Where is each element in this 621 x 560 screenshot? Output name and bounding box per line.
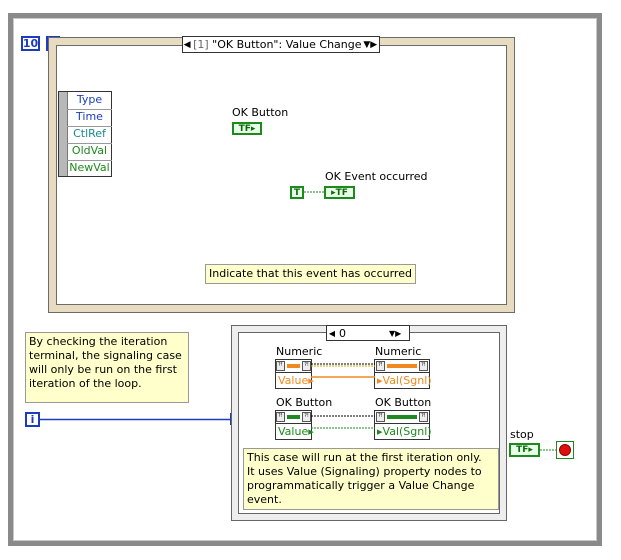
button-prop-in-text: Value — [278, 425, 309, 438]
button-property-node-read[interactable]: ?!?! Value▸ — [275, 410, 314, 440]
ok-button-terminal-text: TF — [238, 123, 251, 134]
case-comment-line-1: This case will run at the first iteratio… — [247, 451, 482, 464]
iteration-comment: By checking the iteration terminal, the … — [25, 332, 189, 403]
numeric-label-out: Numeric — [375, 345, 422, 358]
numeric-property-node-write[interactable]: ?!?! ▸Val(Sgnl) — [374, 359, 432, 389]
event-data-type[interactable]: Type — [67, 92, 112, 110]
ok-event-occurred-indicator[interactable]: ▸ TF — [324, 186, 355, 199]
stop-terminal-text: TF — [516, 445, 529, 455]
ok-button-label-out: OK Button — [375, 396, 432, 409]
button-property-node-write[interactable]: ?!?! ▸Val(Sgnl) — [374, 410, 432, 440]
boolean-type-icon — [286, 415, 301, 419]
case-dropdown-icon[interactable]: ▼▶ — [389, 329, 409, 338]
selector-dropdown-icon[interactable]: ▼▶ — [362, 40, 379, 50]
ok-event-occurred-terminal-text: TF — [335, 187, 348, 198]
boolean-type-icon — [387, 415, 417, 419]
stop-label: stop — [510, 428, 534, 441]
ok-event-occurred-label: OK Event occurred — [325, 170, 428, 183]
numeric-wires[interactable] — [311, 361, 375, 381]
refnum-icon: ?! — [376, 412, 385, 422]
event-case-selector[interactable]: ◀ [1] "OK Button": Value Change ▼▶ — [182, 36, 380, 53]
numeric-property-node-read[interactable]: ?!?! Value▸ — [275, 359, 314, 389]
selector-decrement-icon[interactable]: ◀ — [183, 40, 191, 50]
refnum-icon: ?! — [276, 412, 285, 422]
case-selector-value: 0 — [339, 326, 346, 340]
error-icon: ?! — [419, 361, 428, 371]
numeric-type-icon — [286, 364, 301, 368]
case-selector[interactable]: ◀ 0 ▼▶ — [326, 325, 410, 341]
ok-button-label: OK Button — [232, 106, 289, 119]
event-case-label: "OK Button": Value Change — [212, 38, 362, 51]
numeric-prop-in-text: Value — [278, 374, 309, 387]
stop-sign-icon — [559, 444, 571, 456]
refnum-icon: ?! — [376, 361, 385, 371]
boolean-wire-event[interactable] — [304, 187, 326, 197]
ok-button-label-in: OK Button — [276, 396, 333, 409]
event-data-ctlref[interactable]: CtlRef — [67, 126, 112, 144]
case-decrement-icon[interactable]: ◀ — [327, 329, 337, 338]
button-prop-out-text: Val(Sgnl) — [382, 425, 432, 438]
stop-button-terminal[interactable]: TF ▸ — [509, 443, 540, 457]
case-comment: This case will run at the first iteratio… — [243, 448, 499, 510]
true-constant[interactable]: T — [290, 186, 304, 199]
refnum-icon: ?! — [276, 361, 285, 371]
event-data-node[interactable]: Type Time CtlRef OldVal NewVal — [58, 91, 112, 177]
loop-condition-terminal[interactable] — [556, 441, 574, 459]
event-data-oldval[interactable]: OldVal — [67, 143, 112, 161]
numeric-prop-out-text: Val(Sgnl) — [382, 374, 432, 387]
error-icon: ?! — [419, 412, 428, 422]
ok-button-terminal[interactable]: TF ▸ — [232, 122, 262, 135]
button-wires[interactable] — [311, 412, 375, 432]
event-comment: Indicate that this event has occurred — [205, 264, 416, 284]
iteration-terminal[interactable]: i — [25, 412, 40, 427]
case-comment-line-3: programmatically trigger a Value Change … — [247, 479, 475, 506]
event-case-index: [1] — [193, 38, 209, 51]
event-data-time[interactable]: Time — [67, 109, 112, 127]
error-icon: ?! — [302, 412, 311, 422]
numeric-type-icon — [387, 364, 417, 368]
event-data-newval[interactable]: NewVal — [67, 160, 112, 177]
loop-count-terminal[interactable]: 10 — [21, 36, 40, 51]
integer-wire-iteration[interactable] — [40, 412, 236, 427]
case-comment-line-2: It uses Value (Signaling) property nodes… — [247, 465, 482, 478]
numeric-label-in: Numeric — [276, 345, 323, 358]
error-icon: ?! — [302, 361, 311, 371]
